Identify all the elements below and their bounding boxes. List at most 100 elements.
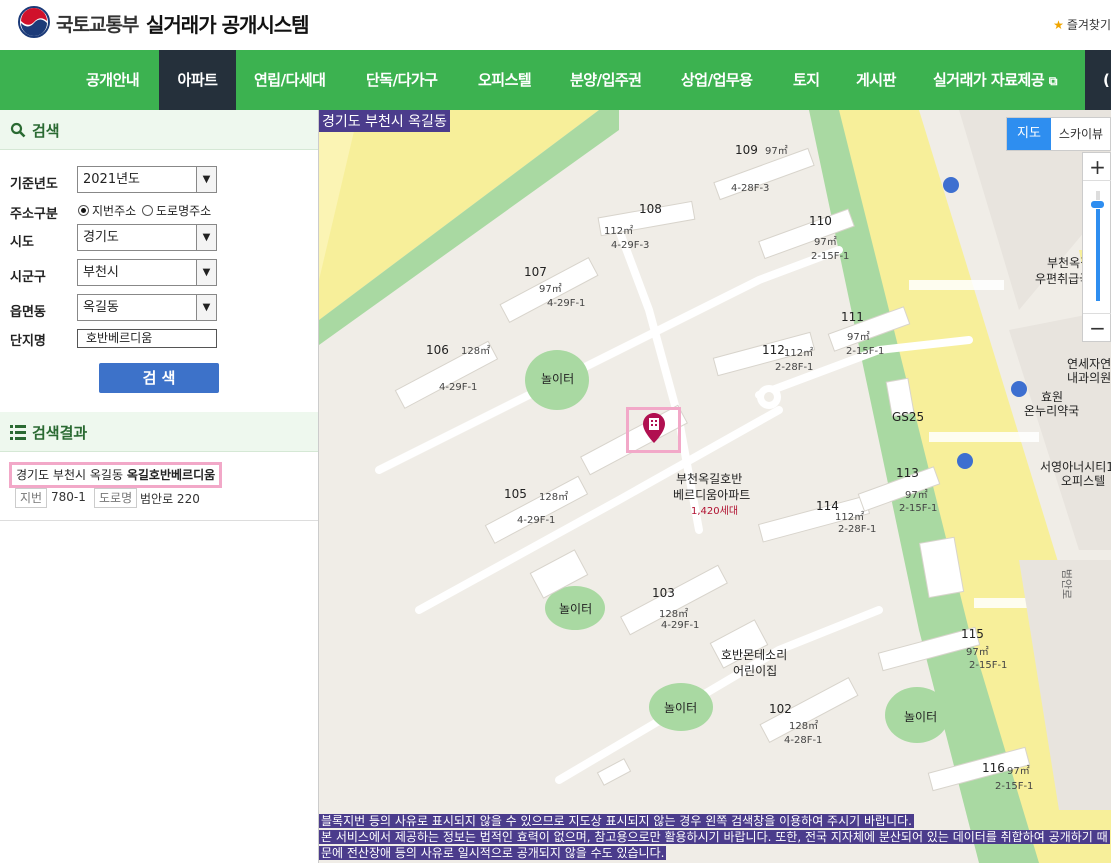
complex-input[interactable]: 호반베르디움 xyxy=(77,329,217,348)
map-view[interactable]: 경기도 부천시 옥길동 107 97㎡ 4-29F-1 108 112㎡ 4-2… xyxy=(319,110,1111,863)
list-icon xyxy=(10,425,26,440)
building-107: 107 xyxy=(524,265,547,279)
map-pin-icon xyxy=(643,413,665,443)
search-button[interactable]: 검 색 xyxy=(99,363,219,393)
building-111-area: 97㎡ xyxy=(847,332,870,343)
building-102-plot: 4-28F-1 xyxy=(784,735,823,746)
main-nav: 공개안내 아파트 연립/다세대 단독/다가구 오피스텔 분양/입주권 상업/업무… xyxy=(0,50,1111,110)
road-tag: 도로명 xyxy=(94,488,138,508)
result-item[interactable]: 경기도 부천시 옥길동 옥길호반베르디움 xyxy=(9,462,223,488)
building-116-area: 97㎡ xyxy=(1007,766,1030,777)
building-107-area: 97㎡ xyxy=(539,284,562,295)
notice-line-2: 본 서비스에서 제공하는 정보는 법적인 효력이 없으며, 참고용으로만 활용하… xyxy=(319,830,1110,844)
sigungu-select[interactable]: 부천시 ▼ xyxy=(77,259,217,286)
building-114-area: 112㎡ xyxy=(835,512,865,523)
building-109-plot: 4-28F-3 xyxy=(731,183,770,194)
building-108-plot: 4-29F-3 xyxy=(611,240,650,251)
radio-road-label: 도로명주소 xyxy=(156,204,212,218)
map-type-map-button[interactable]: 지도 xyxy=(1007,118,1051,150)
complex-name-1: 부천옥길호반 xyxy=(676,472,743,486)
brand-system-title[interactable]: 실거래가 공개시스템 xyxy=(146,9,310,38)
nav-item-presale[interactable]: 분양/입주권 xyxy=(570,50,642,110)
search-header: 검색 xyxy=(0,110,318,150)
search-panel: 검색 기준년도 2021년도 ▼ 주소구분 지번주소 도로명주소 시도 경기도 ▼ … xyxy=(0,110,319,863)
building-103-area: 128㎡ xyxy=(659,609,689,620)
chevron-down-icon: ▼ xyxy=(196,167,216,192)
nav-item-apartment[interactable]: 아파트 xyxy=(159,50,236,110)
results-title: 검색결과 xyxy=(32,424,88,442)
building-110-area: 97㎡ xyxy=(814,237,837,248)
favorite-link[interactable]: ★ 즐겨찾기 xyxy=(1053,16,1111,33)
brand-org[interactable]: 국토교통부 xyxy=(56,10,139,37)
external-link-icon: ⧉ xyxy=(1048,74,1058,88)
radio-lot[interactable]: 지번주소 xyxy=(78,204,136,218)
zoom-in-button[interactable]: + xyxy=(1083,153,1111,181)
daycare-name-1: 호반몬테소리 xyxy=(721,648,788,662)
building-112-plot: 2-28F-1 xyxy=(775,362,814,373)
lot-value: 780-1 xyxy=(51,490,86,504)
year-value: 2021년도 xyxy=(83,172,141,187)
nav-item-rowhouse[interactable]: 연립/다세대 xyxy=(254,50,326,110)
daycare-name-2: 어린이집 xyxy=(733,664,778,678)
nav-item-land[interactable]: 토지 xyxy=(793,50,820,110)
dong-select[interactable]: 옥길동 ▼ xyxy=(77,294,217,321)
ministry-logo-icon[interactable] xyxy=(18,6,50,38)
map-type-skyview-button[interactable]: 스카이뷰 xyxy=(1051,118,1111,150)
building-109-area: 97㎡ xyxy=(765,146,788,157)
building-114-plot: 2-28F-1 xyxy=(838,524,877,535)
building-113-area: 97㎡ xyxy=(905,490,928,501)
site-header: 국토교통부 실거래가 공개시스템 ★ 즐겨찾기 xyxy=(0,0,1111,50)
building-102-area: 128㎡ xyxy=(789,721,819,732)
building-112-area: 112㎡ xyxy=(784,348,814,359)
building-106-plot: 4-29F-1 xyxy=(439,382,478,393)
zoom-slider-handle[interactable] xyxy=(1090,200,1105,209)
store-label: GS25 xyxy=(892,410,925,424)
playground-label-4: 놀이터 xyxy=(904,710,938,724)
complex-label: 단지명 xyxy=(10,334,46,349)
radio-road-dot xyxy=(142,205,153,216)
nav-item-data-download[interactable]: 실거래가 자료제공 ⧉ xyxy=(933,50,1057,110)
year-select[interactable]: 2021년도 ▼ xyxy=(77,166,217,193)
building-111-plot: 2-15F-1 xyxy=(846,346,885,357)
building-105-plot: 4-29F-1 xyxy=(517,515,556,526)
nav-item-board[interactable]: 게시판 xyxy=(856,50,896,110)
sigungu-label: 시군구 xyxy=(10,270,46,285)
building-110: 110 xyxy=(809,214,832,228)
building-108: 108 xyxy=(639,202,662,216)
selected-complex-marker[interactable] xyxy=(626,407,681,453)
notice-line-3: 문에 전산장애 등의 사유로 일시적으로 공개되지 않을 수도 있습니다. xyxy=(319,846,667,860)
households-label: 1,420세대 xyxy=(691,506,739,517)
zoom-out-button[interactable]: − xyxy=(1083,313,1111,341)
chevron-down-icon: ▼ xyxy=(196,295,216,320)
nav-item-info[interactable]: 공개안내 xyxy=(86,50,140,110)
playground-label-2: 놀이터 xyxy=(559,602,593,616)
playground-label-1: 놀이터 xyxy=(541,372,575,386)
year-label: 기준년도 xyxy=(10,177,58,192)
building-115-area: 97㎡ xyxy=(966,647,989,658)
dong-label: 읍면동 xyxy=(10,305,46,320)
search-title: 검색 xyxy=(32,122,60,140)
building-108-area: 112㎡ xyxy=(604,226,634,237)
sido-label: 시도 xyxy=(10,235,34,250)
building-106: 106 xyxy=(426,343,449,357)
nav-item-officetel[interactable]: 오피스텔 xyxy=(478,50,532,110)
result-name: 옥길호반베르디움 xyxy=(126,468,216,482)
building-103: 103 xyxy=(652,586,675,600)
building-113: 113 xyxy=(896,466,919,480)
sigungu-value: 부천시 xyxy=(83,265,119,280)
radio-road[interactable]: 도로명주소 xyxy=(142,204,211,218)
nav-item-commercial[interactable]: 상업/업무용 xyxy=(681,50,753,110)
building-107-plot: 4-29F-1 xyxy=(547,298,586,309)
building-105: 105 xyxy=(504,487,527,501)
map-location-label: 경기도 부천시 옥길동 xyxy=(319,110,450,132)
nav-item-detached[interactable]: 단독/다가구 xyxy=(366,50,438,110)
dong-value: 옥길동 xyxy=(83,300,119,315)
building-109: 109 xyxy=(735,143,758,157)
building-112: 112 xyxy=(762,343,785,357)
chevron-down-icon: ▼ xyxy=(196,225,216,250)
building-110-plot: 2-15F-1 xyxy=(811,251,850,262)
nav-item-overflow[interactable]: ( xyxy=(1085,50,1111,110)
building-115-plot: 2-15F-1 xyxy=(969,660,1008,671)
sido-select[interactable]: 경기도 ▼ xyxy=(77,224,217,251)
nav-item-data-download-label: 실거래가 자료제공 xyxy=(933,71,1045,89)
